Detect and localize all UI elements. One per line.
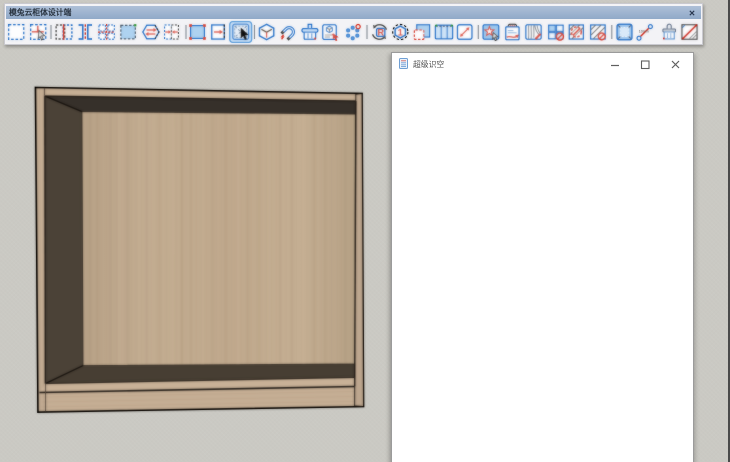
svg-text:1: 1: [398, 27, 403, 37]
svg-text:10mm: 10mm: [639, 29, 649, 33]
svg-text:R: R: [377, 28, 384, 38]
